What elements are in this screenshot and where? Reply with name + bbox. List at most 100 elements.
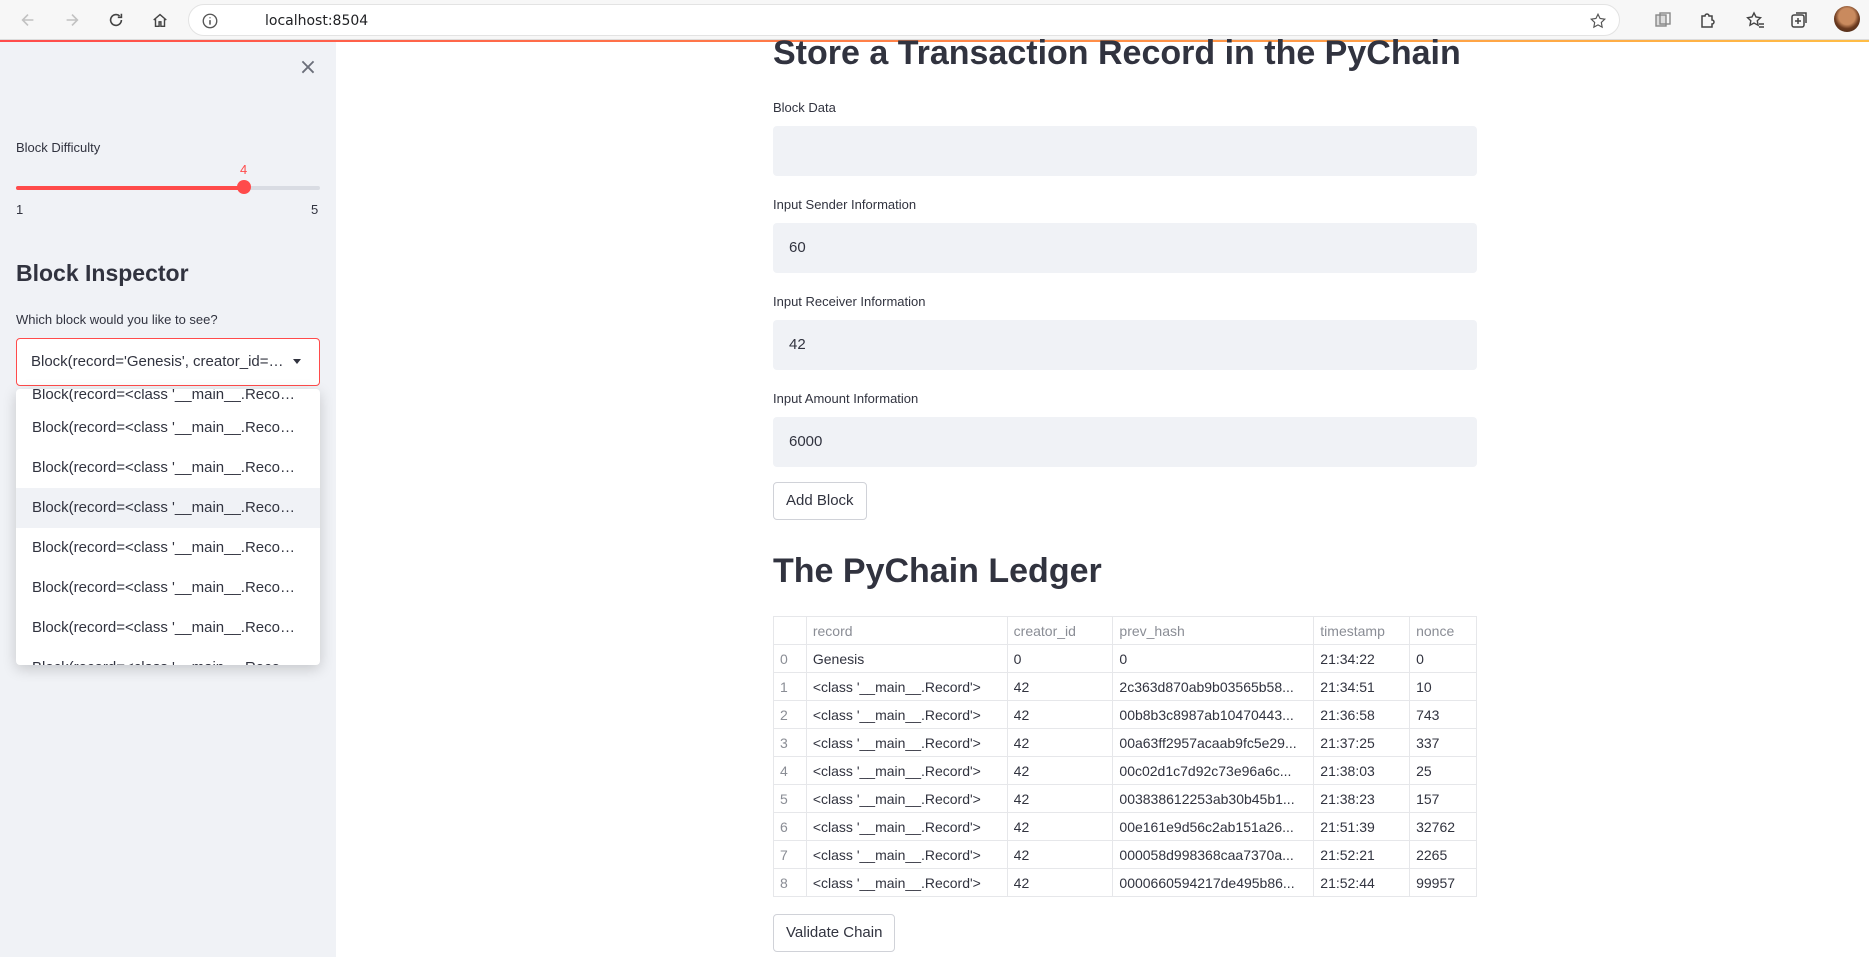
creator-id-cell[interactable]: 42: [1006, 672, 1114, 701]
row-index[interactable]: 5: [773, 784, 807, 813]
table-row: 0 Genesis 0 0 21:34:22 0: [773, 644, 1477, 673]
nonce-cell[interactable]: 25: [1409, 756, 1477, 785]
home-icon[interactable]: [148, 8, 172, 32]
column-header-record[interactable]: record: [805, 616, 1008, 645]
back-icon[interactable]: [16, 8, 40, 32]
prev-hash-cell[interactable]: 00b8b3c8987ab10470443...: [1112, 700, 1315, 729]
reload-icon[interactable]: [104, 8, 128, 32]
extensions-icon[interactable]: [1697, 10, 1717, 30]
nonce-cell[interactable]: 743: [1409, 700, 1477, 729]
record-cell[interactable]: <class '__main__.Record'>: [805, 672, 1008, 701]
forward-icon[interactable]: [60, 8, 84, 32]
column-header-prev-hash[interactable]: prev_hash: [1112, 616, 1315, 645]
sender-input[interactable]: 60: [773, 223, 1477, 273]
creator-id-cell[interactable]: 42: [1006, 868, 1114, 897]
row-index[interactable]: 6: [773, 812, 807, 841]
nonce-cell[interactable]: 99957: [1409, 868, 1477, 897]
column-header-nonce[interactable]: nonce: [1409, 616, 1477, 645]
prev-hash-cell[interactable]: 00e161e9d56c2ab151a26...: [1112, 812, 1315, 841]
row-index[interactable]: 8: [773, 868, 807, 897]
tab-collections-icon[interactable]: [1789, 10, 1809, 30]
dropdown-option[interactable]: Block(record=<class '__main__.Record'>, …: [16, 528, 320, 568]
dropdown-option[interactable]: Block(record=<class '__main__.Record'>, …: [16, 608, 320, 648]
timestamp-cell[interactable]: 21:36:58: [1313, 700, 1411, 729]
creator-id-cell[interactable]: 42: [1006, 812, 1114, 841]
nonce-cell[interactable]: 10: [1409, 672, 1477, 701]
nonce-cell[interactable]: 2265: [1409, 840, 1477, 869]
prev-hash-cell[interactable]: 0: [1112, 644, 1315, 673]
record-cell[interactable]: <class '__main__.Record'>: [805, 812, 1008, 841]
collections-icon[interactable]: [1653, 10, 1673, 30]
nonce-cell[interactable]: 0: [1409, 644, 1477, 673]
record-cell[interactable]: <class '__main__.Record'>: [805, 840, 1008, 869]
creator-id-cell[interactable]: 0: [1006, 644, 1114, 673]
amount-input[interactable]: 6000: [773, 417, 1477, 467]
row-index[interactable]: 0: [773, 644, 807, 673]
record-cell[interactable]: <class '__main__.Record'>: [805, 868, 1008, 897]
receiver-input[interactable]: 42: [773, 320, 1477, 370]
nonce-cell[interactable]: 32762: [1409, 812, 1477, 841]
row-index[interactable]: 1: [773, 672, 807, 701]
creator-id-cell[interactable]: 42: [1006, 728, 1114, 757]
block-select-dropdown: Block(record=<class '__main__.Record'>, …: [16, 389, 320, 665]
timestamp-cell[interactable]: 21:37:25: [1313, 728, 1411, 757]
prev-hash-cell[interactable]: 2c363d870ab9b03565b58...: [1112, 672, 1315, 701]
difficulty-slider-thumb[interactable]: [237, 180, 251, 194]
timestamp-cell[interactable]: 21:51:39: [1313, 812, 1411, 841]
record-cell[interactable]: <class '__main__.Record'>: [805, 784, 1008, 813]
row-index[interactable]: 2: [773, 700, 807, 729]
block-data-input[interactable]: [773, 126, 1477, 176]
creator-id-cell[interactable]: 42: [1006, 784, 1114, 813]
nonce-cell[interactable]: 157: [1409, 784, 1477, 813]
favorites-icon[interactable]: [1745, 10, 1765, 30]
record-cell[interactable]: <class '__main__.Record'>: [805, 700, 1008, 729]
table-row: 5 <class '__main__.Record'> 42 003838612253…: [773, 784, 1477, 813]
timestamp-cell[interactable]: 21:38:23: [1313, 784, 1411, 813]
row-index[interactable]: 7: [773, 840, 807, 869]
timestamp-cell[interactable]: 21:34:22: [1313, 644, 1411, 673]
record-cell[interactable]: <class '__main__.Record'>: [805, 756, 1008, 785]
difficulty-min: 1: [16, 202, 24, 217]
column-header-index[interactable]: [773, 616, 807, 645]
row-index[interactable]: 4: [773, 756, 807, 785]
dropdown-option[interactable]: Block(record=<class '__main__.Record'>, …: [16, 648, 320, 665]
validate-chain-button[interactable]: Validate Chain: [773, 914, 896, 952]
record-cell[interactable]: <class '__main__.Record'>: [805, 728, 1008, 757]
dropdown-option-hovered[interactable]: Block(record=<class '__main__.Record'>, …: [16, 488, 320, 528]
creator-id-cell[interactable]: 42: [1006, 840, 1114, 869]
block-select-label: Which block would you like to see?: [16, 312, 218, 327]
nonce-cell[interactable]: 337: [1409, 728, 1477, 757]
timestamp-cell[interactable]: 21:52:44: [1313, 868, 1411, 897]
amount-label: Input Amount Information: [773, 391, 919, 406]
table-row: 6 <class '__main__.Record'> 42 00e161e9d56c…: [773, 812, 1477, 841]
chevron-down-icon: [293, 359, 301, 364]
close-sidebar-icon[interactable]: ×: [296, 56, 320, 80]
difficulty-value: 4: [240, 162, 248, 177]
prev-hash-cell[interactable]: 000058d998368caa7370a...: [1112, 840, 1315, 869]
prev-hash-cell[interactable]: 00a63ff2957acaab9fc5e29...: [1112, 728, 1315, 757]
row-index[interactable]: 3: [773, 728, 807, 757]
table-header-row: record creator_id prev_hash timestamp no…: [773, 616, 1477, 645]
creator-id-cell[interactable]: 42: [1006, 756, 1114, 785]
dropdown-option[interactable]: Block(record=<class '__main__.Record'>, …: [16, 568, 320, 608]
creator-id-cell[interactable]: 42: [1006, 700, 1114, 729]
column-header-creator-id[interactable]: creator_id: [1006, 616, 1114, 645]
column-header-timestamp[interactable]: timestamp: [1313, 616, 1411, 645]
prev-hash-cell[interactable]: 00c02d1c7d92c73e96a6c...: [1112, 756, 1315, 785]
prev-hash-cell[interactable]: 0000660594217de495b86...: [1112, 868, 1315, 897]
favorite-star-icon[interactable]: [1589, 12, 1607, 30]
timestamp-cell[interactable]: 21:52:21: [1313, 840, 1411, 869]
dropdown-option[interactable]: Block(record=<class '__main__.Record'>, …: [16, 408, 320, 448]
dropdown-option[interactable]: Block(record=<class '__main__.Record'>, …: [16, 448, 320, 488]
add-block-button[interactable]: Add Block: [773, 482, 867, 520]
difficulty-slider-track[interactable]: [16, 186, 320, 190]
site-info-icon[interactable]: [201, 12, 219, 30]
table-row: 4 <class '__main__.Record'> 42 00c02d1c7d92…: [773, 756, 1477, 785]
timestamp-cell[interactable]: 21:38:03: [1313, 756, 1411, 785]
record-cell[interactable]: Genesis: [805, 644, 1008, 673]
address-bar[interactable]: localhost:8504: [188, 4, 1620, 36]
prev-hash-cell[interactable]: 003838612253ab30b45b1...: [1112, 784, 1315, 813]
timestamp-cell[interactable]: 21:34:51: [1313, 672, 1411, 701]
block-select[interactable]: Block(record='Genesis', creator_id=0, pr…: [16, 338, 320, 386]
profile-avatar[interactable]: [1834, 6, 1860, 32]
